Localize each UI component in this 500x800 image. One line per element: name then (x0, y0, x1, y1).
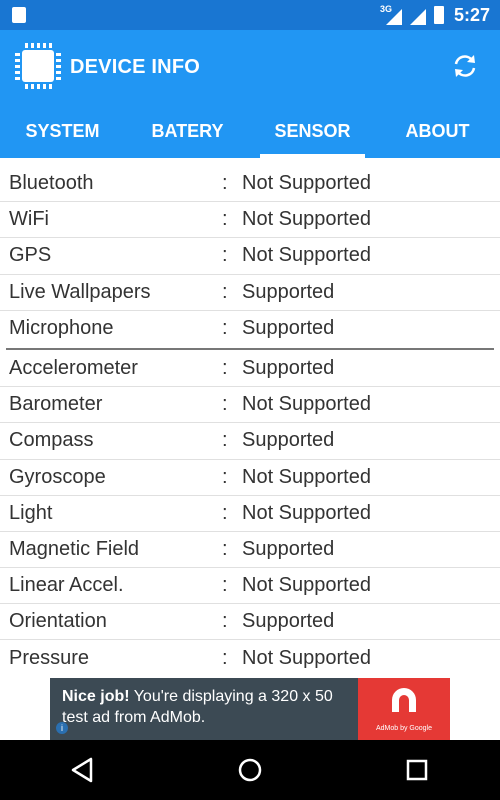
row-label: WiFi (9, 208, 49, 231)
ad-banner[interactable]: Nice job! You're displaying a 320 x 50 t… (50, 678, 450, 740)
list-item: Pressure: Not Supported (0, 640, 500, 676)
row-colon: : (222, 610, 228, 633)
row-colon: : (222, 537, 228, 560)
row-value: Supported (242, 357, 335, 380)
recents-icon[interactable] (401, 754, 433, 786)
list-item: Microphone: Supported (0, 311, 500, 347)
list-item: Bluetooth: Not Supported (0, 166, 500, 203)
signal-icon (409, 5, 426, 25)
row-colon: : (222, 172, 228, 195)
list-item: Compass: Supported (0, 423, 500, 460)
tab-system[interactable]: SYSTEM (0, 104, 125, 158)
row-label: Gyroscope (9, 465, 106, 488)
row-label: Bluetooth (9, 172, 94, 195)
back-icon[interactable] (67, 754, 99, 786)
row-label: Accelerometer (9, 357, 138, 380)
home-icon[interactable] (234, 754, 266, 786)
row-colon: : (222, 393, 228, 416)
row-colon: : (222, 244, 228, 267)
row-value: Supported (242, 537, 335, 560)
ad-headline: Nice job! (62, 688, 130, 705)
sd-card-icon (12, 7, 26, 23)
status-time: 5:27 (453, 4, 490, 25)
ad-text: Nice job! You're displaying a 320 x 50 t… (62, 686, 362, 728)
row-label: Microphone (9, 317, 114, 340)
sensor-list: Bluetooth: Not Supported WiFi: Not Support… (0, 166, 500, 677)
row-colon: : (222, 429, 228, 452)
row-value: Supported (242, 429, 335, 452)
admob-mark-icon (392, 688, 416, 712)
cell-signal-icon: 3G (380, 4, 402, 25)
app-bar: DEVICE INFO SYSTEM BATERY SENSOR ABOUT (0, 30, 500, 158)
row-value: Supported (242, 317, 335, 340)
row-label: Linear Accel. (9, 574, 124, 597)
chip-icon (15, 43, 61, 89)
row-value: Not Supported (242, 244, 371, 267)
row-value: Not Supported (242, 501, 371, 524)
row-colon: : (222, 357, 228, 380)
list-item: Live Wallpapers: Supported (0, 275, 500, 311)
row-value: Supported (242, 610, 335, 633)
list-item: Magnetic Field: Supported (0, 532, 500, 569)
admob-brand-text: AdMob by Google (375, 725, 433, 732)
section-divider (6, 347, 494, 350)
row-value: Supported (242, 280, 335, 303)
row-label: Light (9, 501, 53, 524)
row-colon: : (222, 574, 228, 597)
row-label: Compass (9, 429, 94, 452)
tab-about[interactable]: ABOUT (375, 104, 500, 158)
list-item: GPS: Not Supported (0, 238, 500, 275)
row-label: Barometer (9, 393, 103, 416)
list-item: Barometer: Not Supported (0, 387, 500, 424)
battery-icon (433, 6, 444, 24)
row-colon: : (222, 647, 228, 670)
row-colon: : (222, 317, 228, 340)
row-label: GPS (9, 244, 52, 267)
list-item: Accelerometer: Supported (0, 351, 500, 388)
row-value: Not Supported (242, 647, 371, 670)
row-label: Orientation (9, 610, 107, 633)
ad-info-icon[interactable]: i (56, 722, 68, 734)
list-item: Linear Accel.: Not Supported (0, 568, 500, 605)
row-colon: : (222, 208, 228, 231)
row-colon: : (222, 501, 228, 524)
row-value: Not Supported (242, 465, 371, 488)
app-title: DEVICE INFO (70, 56, 200, 78)
row-label: Pressure (9, 647, 90, 670)
row-value: Not Supported (242, 172, 371, 195)
row-colon: : (222, 465, 228, 488)
row-label: Magnetic Field (9, 537, 140, 560)
row-value: Not Supported (242, 574, 371, 597)
row-value: Not Supported (242, 393, 371, 416)
status-bar: 3G 5:27 (0, 0, 500, 30)
tab-sensor[interactable]: SENSOR (250, 104, 375, 158)
row-value: Not Supported (242, 208, 371, 231)
list-item: Orientation: Supported (0, 604, 500, 641)
list-item: WiFi: Not Supported (0, 202, 500, 239)
tab-bar: SYSTEM BATERY SENSOR ABOUT (0, 104, 500, 158)
tab-batery[interactable]: BATERY (125, 104, 250, 158)
row-label: Live Wallpapers (9, 280, 151, 303)
list-item: Light: Not Supported (0, 496, 500, 532)
nav-bar (0, 740, 500, 800)
refresh-icon[interactable] (450, 51, 480, 81)
row-colon: : (222, 280, 228, 303)
list-item: Gyroscope: Not Supported (0, 460, 500, 496)
admob-logo: AdMob by Google (358, 678, 450, 740)
